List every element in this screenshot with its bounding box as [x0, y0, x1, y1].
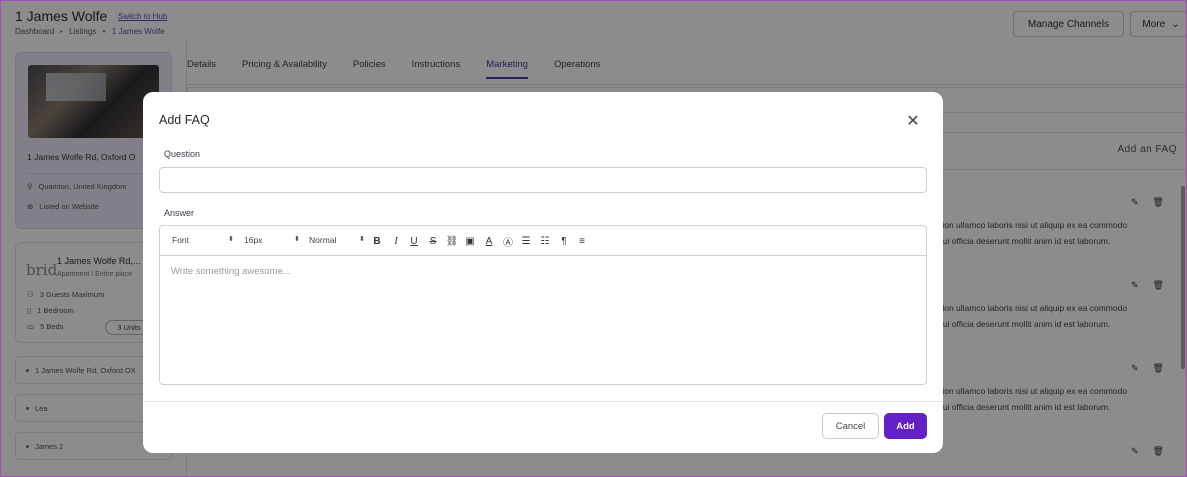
- bullet-list-icon[interactable]: ☷: [538, 234, 552, 248]
- heading-select-value: Normal: [309, 235, 337, 245]
- size-select[interactable]: 16px ⬍: [244, 235, 300, 245]
- question-input[interactable]: [159, 167, 927, 193]
- rtl-direction-icon[interactable]: ¶: [557, 234, 571, 248]
- font-select[interactable]: Font ⬍: [172, 235, 234, 245]
- answer-label: Answer: [164, 208, 195, 218]
- size-select-value: 16px: [244, 235, 263, 245]
- align-icon[interactable]: ≡: [575, 234, 589, 248]
- updown-icon: ⬍: [359, 236, 365, 243]
- answer-editor: Font ⬍ 16px ⬍ Normal ⬍ B I U S ⛓ ▣ A Ⓐ ☰…: [159, 225, 927, 385]
- close-icon[interactable]: ✕: [904, 112, 922, 130]
- editor-placeholder[interactable]: Write something awesome...: [171, 266, 291, 277]
- add-faq-dialog: Add FAQ ✕ Question Answer Font ⬍ 16px ⬍ …: [143, 92, 943, 453]
- image-icon[interactable]: ▣: [463, 234, 477, 248]
- cancel-button[interactable]: Cancel: [822, 413, 879, 439]
- editor-toolbar: Font ⬍ 16px ⬍ Normal ⬍ B I U S ⛓ ▣ A Ⓐ ☰…: [160, 226, 926, 256]
- strikethrough-icon[interactable]: S: [426, 234, 440, 248]
- font-select-value: Font: [172, 235, 190, 245]
- highlight-icon[interactable]: Ⓐ: [501, 234, 515, 249]
- heading-select[interactable]: Normal ⬍: [309, 235, 365, 245]
- app-window: 1 James Wolfe Switch to Hub Dashboard ▸ …: [0, 0, 1187, 477]
- ordered-list-icon[interactable]: ☰: [519, 234, 533, 248]
- italic-icon[interactable]: I: [389, 234, 403, 248]
- question-label: Question: [164, 149, 201, 159]
- bold-icon[interactable]: B: [370, 234, 384, 248]
- add-button[interactable]: Add: [884, 413, 927, 439]
- underline-icon[interactable]: U: [407, 234, 421, 248]
- divider: [143, 401, 943, 402]
- dialog-title: Add FAQ: [159, 113, 210, 127]
- updown-icon: ⬍: [228, 236, 234, 243]
- font-color-icon[interactable]: A: [482, 234, 496, 248]
- link-icon[interactable]: ⛓: [445, 234, 459, 248]
- updown-icon: ⬍: [294, 236, 300, 243]
